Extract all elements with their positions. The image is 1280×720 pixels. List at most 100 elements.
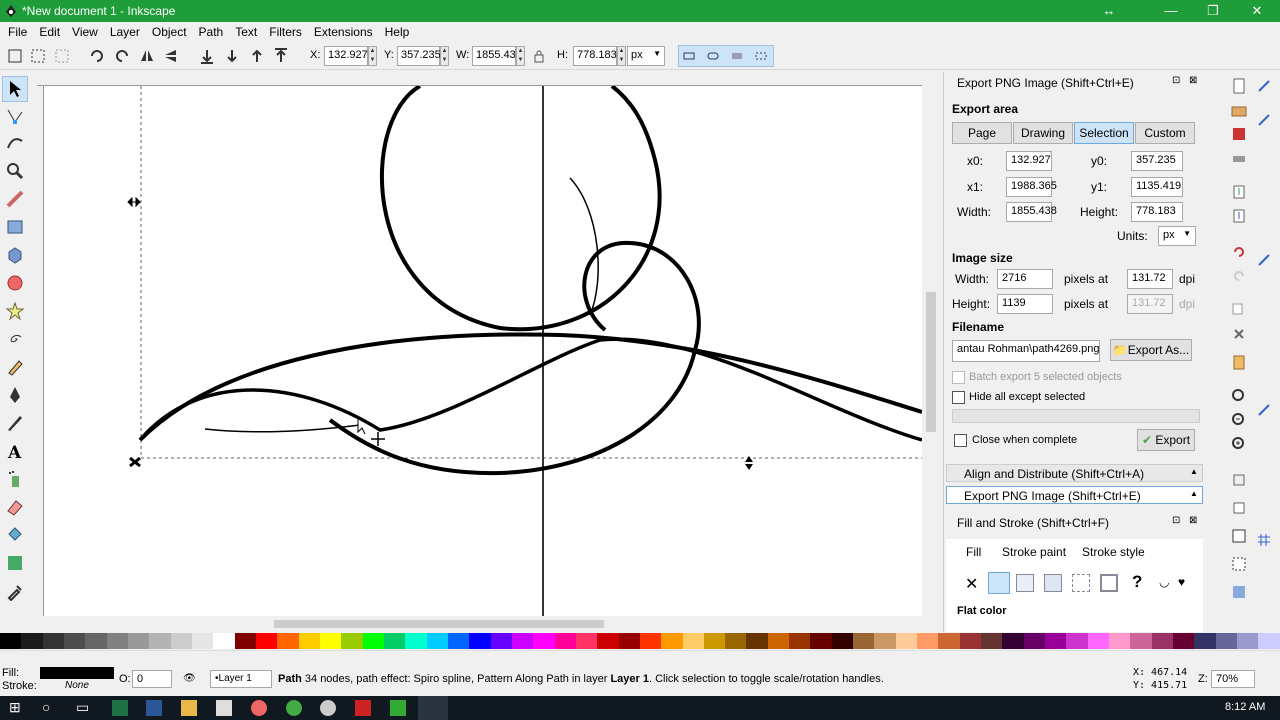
stroke-value[interactable]: None bbox=[65, 680, 89, 691]
menu-edit[interactable]: Edit bbox=[33, 25, 66, 39]
palette-swatch[interactable] bbox=[917, 633, 939, 649]
menu-view[interactable]: View bbox=[66, 25, 104, 39]
zoom-tool-icon[interactable] bbox=[5, 161, 25, 181]
palette-swatch[interactable] bbox=[789, 633, 811, 649]
y-input[interactable]: 357.235 bbox=[397, 46, 441, 66]
palette-swatch[interactable] bbox=[490, 633, 512, 649]
palette-swatch[interactable] bbox=[554, 633, 576, 649]
snap-grid-icon[interactable] bbox=[1256, 532, 1272, 548]
duplicate-icon[interactable] bbox=[1231, 472, 1247, 488]
gradient-tool-icon[interactable] bbox=[5, 553, 25, 573]
close-when-complete-checkbox[interactable] bbox=[954, 434, 967, 447]
opacity-input[interactable]: 0 bbox=[132, 670, 172, 688]
app-icon-1[interactable] bbox=[216, 700, 232, 716]
undo-icon[interactable] bbox=[1231, 244, 1247, 260]
scale-handle-corner[interactable] bbox=[129, 456, 141, 468]
eraser-tool-icon[interactable] bbox=[5, 497, 25, 517]
word-icon[interactable] bbox=[146, 700, 162, 716]
area-page-button[interactable]: Page bbox=[952, 122, 1012, 144]
x1-input[interactable]: 1988.365 bbox=[1006, 177, 1057, 197]
palette-swatch[interactable] bbox=[447, 633, 470, 649]
excel-icon[interactable] bbox=[112, 700, 128, 716]
snap-toggle-icon[interactable] bbox=[1256, 78, 1272, 94]
zoom-input[interactable]: 70% bbox=[1211, 670, 1255, 688]
tab-stroke-style[interactable]: Stroke style bbox=[1082, 545, 1145, 559]
ungroup-icon[interactable] bbox=[1231, 556, 1247, 572]
minimize-button[interactable]: — bbox=[1148, 0, 1194, 22]
vertical-scrollbar[interactable] bbox=[922, 72, 942, 632]
h-spinner[interactable]: ▲ ▼ bbox=[617, 46, 626, 66]
3d-box-tool-icon[interactable] bbox=[5, 245, 25, 265]
spiral-tool-icon[interactable] bbox=[5, 329, 25, 349]
lower-icon[interactable] bbox=[223, 47, 241, 65]
fill-stroke-dialog-icon[interactable] bbox=[1231, 584, 1247, 600]
flip-vertical-icon[interactable] bbox=[162, 47, 180, 65]
star-tool-icon[interactable] bbox=[5, 301, 25, 321]
palette-swatch[interactable] bbox=[1002, 633, 1024, 649]
new-document-icon[interactable] bbox=[1231, 78, 1247, 94]
flip-horizontal-icon[interactable] bbox=[138, 47, 156, 65]
no-paint-icon[interactable]: ✕ bbox=[965, 574, 978, 594]
dropper-tool-icon[interactable] bbox=[5, 581, 25, 601]
palette-swatch[interactable] bbox=[469, 633, 491, 649]
unit-select[interactable]: px ▼ bbox=[627, 46, 665, 66]
menu-layer[interactable]: Layer bbox=[104, 25, 146, 39]
rectangle-tool-icon[interactable] bbox=[5, 217, 25, 237]
cut-icon[interactable] bbox=[1231, 326, 1247, 342]
select-all-layers-icon[interactable] bbox=[29, 47, 47, 65]
unset-paint-icon[interactable]: ? bbox=[1132, 572, 1142, 592]
menu-path[interactable]: Path bbox=[193, 25, 230, 39]
export-as-button[interactable]: 📁Export As... bbox=[1110, 339, 1192, 361]
w-input[interactable]: 1855.43 bbox=[472, 46, 516, 66]
fill-rule-nonzero-icon[interactable]: ♥ bbox=[1178, 575, 1185, 589]
palette-swatch[interactable] bbox=[234, 633, 256, 649]
open-icon[interactable] bbox=[1231, 102, 1247, 118]
palette-swatch[interactable] bbox=[661, 633, 683, 649]
tab-stroke-paint[interactable]: Stroke paint bbox=[1002, 545, 1066, 559]
y1-input[interactable]: 1135.419 bbox=[1131, 177, 1183, 197]
tweak-tool-icon[interactable] bbox=[5, 133, 25, 153]
task-view-icon[interactable]: ▭ bbox=[76, 699, 89, 716]
width-input[interactable]: 1855.438 bbox=[1006, 202, 1057, 222]
align-panel-tab[interactable]: Align and Distribute (Shift+Ctrl+A) ▲ bbox=[946, 464, 1203, 482]
hide-all-checkbox[interactable] bbox=[952, 391, 965, 404]
paste-icon[interactable] bbox=[1231, 354, 1247, 370]
iconify-icon[interactable]: ⊡ bbox=[1172, 75, 1180, 86]
redo-icon[interactable] bbox=[1231, 268, 1247, 284]
export-button[interactable]: ✔ Export bbox=[1137, 429, 1195, 451]
palette-swatch[interactable] bbox=[1258, 633, 1280, 649]
pattern-icon[interactable] bbox=[1072, 574, 1090, 592]
palette-swatch[interactable] bbox=[127, 633, 150, 649]
palette-swatch[interactable] bbox=[511, 633, 534, 649]
batch-export-checkbox[interactable] bbox=[952, 371, 965, 384]
fill-stroke-iconify-icon[interactable]: ⊡ bbox=[1172, 515, 1180, 526]
menu-object[interactable]: Object bbox=[146, 25, 193, 39]
scale-stroke-icon[interactable] bbox=[680, 47, 698, 65]
palette-swatch[interactable] bbox=[874, 633, 896, 649]
img-width-input[interactable]: 2716 bbox=[997, 269, 1053, 289]
app-icon-2[interactable] bbox=[320, 700, 336, 716]
palette-swatch[interactable] bbox=[405, 633, 427, 649]
palette-swatch[interactable] bbox=[42, 633, 64, 649]
calligraphy-tool-icon[interactable] bbox=[5, 413, 25, 433]
measure-tool-icon[interactable] bbox=[5, 189, 25, 209]
palette-swatch[interactable] bbox=[1066, 633, 1088, 649]
color-palette[interactable] bbox=[0, 633, 1280, 649]
y-spinner[interactable]: ▲ ▼ bbox=[440, 46, 449, 66]
palette-swatch[interactable] bbox=[853, 633, 875, 649]
copy-icon[interactable] bbox=[1231, 302, 1247, 318]
drawing-canvas[interactable] bbox=[44, 86, 922, 616]
clone-icon[interactable] bbox=[1231, 500, 1247, 516]
palette-swatch[interactable] bbox=[1173, 633, 1195, 649]
filename-input[interactable]: antau Rohman\path4269.png bbox=[952, 340, 1100, 362]
app-icon-3[interactable] bbox=[390, 700, 406, 716]
palette-swatch[interactable] bbox=[1087, 633, 1110, 649]
menu-filters[interactable]: Filters bbox=[263, 25, 308, 39]
palette-swatch[interactable] bbox=[341, 633, 363, 649]
resize-icon[interactable]: ↔ bbox=[1086, 0, 1132, 22]
palette-swatch[interactable] bbox=[213, 633, 235, 649]
zoom-drawing-icon[interactable] bbox=[1231, 412, 1247, 428]
palette-swatch[interactable] bbox=[298, 633, 320, 649]
save-icon[interactable] bbox=[1231, 126, 1247, 142]
move-gradients-icon[interactable] bbox=[728, 47, 746, 65]
